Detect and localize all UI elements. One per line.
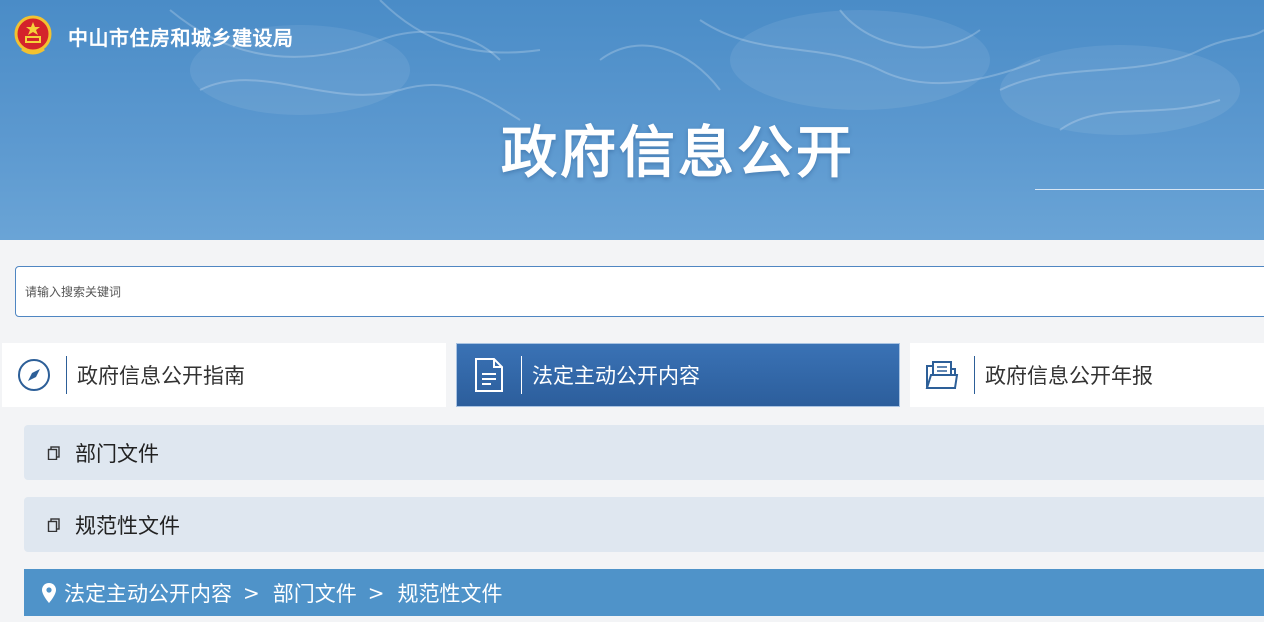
breadcrumb-item[interactable]: 部门文件	[273, 578, 357, 608]
copy-document-icon	[47, 445, 60, 460]
tab-label: 政府信息公开指南	[77, 364, 245, 388]
compass-icon	[2, 343, 66, 407]
search-input[interactable]	[16, 267, 1264, 316]
breadcrumb: 法定主动公开内容 > 部门文件 > 规范性文件	[24, 569, 1264, 616]
national-emblem-icon	[14, 15, 52, 55]
copy-document-icon	[47, 517, 60, 532]
category-item-normative-docs[interactable]: 规范性文件	[24, 497, 1264, 552]
header-banner: 中山市住房和城乡建设局 政府信息公开	[0, 0, 1264, 240]
document-icon	[457, 343, 521, 407]
tab-annual-report[interactable]: 政府信息公开年报	[910, 343, 1264, 407]
banner-divider	[1035, 189, 1264, 190]
search-box	[15, 266, 1264, 317]
location-pin-icon	[42, 582, 56, 603]
category-item-department-docs[interactable]: 部门文件	[24, 425, 1264, 480]
breadcrumb-item[interactable]: 规范性文件	[398, 578, 503, 608]
folder-icon	[910, 343, 974, 407]
chevron-right-icon: >	[243, 580, 260, 605]
tab-divider	[521, 356, 522, 394]
chevron-right-icon: >	[367, 580, 385, 605]
tab-disclosure-guide[interactable]: 政府信息公开指南	[2, 343, 446, 407]
tab-label: 政府信息公开年报	[985, 364, 1153, 388]
breadcrumb-item[interactable]: 法定主动公开内容	[64, 578, 232, 608]
tab-divider	[66, 356, 67, 394]
tab-label: 法定主动公开内容	[532, 364, 700, 388]
tab-statutory-content[interactable]: 法定主动公开内容	[456, 343, 900, 407]
category-label: 部门文件	[75, 441, 159, 466]
tab-divider	[974, 356, 975, 394]
site-name[interactable]: 中山市住房和城乡建设局	[68, 22, 294, 51]
category-label: 规范性文件	[75, 513, 180, 538]
page-title: 政府信息公开	[501, 121, 855, 186]
